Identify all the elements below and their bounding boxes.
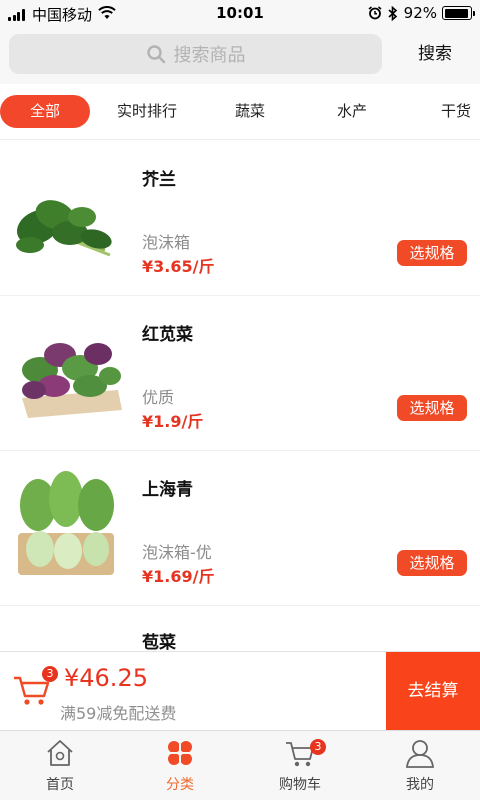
tab-seafood[interactable]: 水产 bbox=[322, 95, 382, 128]
status-bar: 中国移动 10:01 92% bbox=[0, 0, 480, 26]
product-name: 芥兰 bbox=[142, 170, 176, 190]
delivery-note: 满59减免配送费 bbox=[60, 704, 177, 723]
product-row[interactable]: 上海青 泡沫箱-优 ¥1.69/斤 选规格 bbox=[0, 451, 480, 606]
bluetooth-icon bbox=[388, 5, 398, 21]
alarm-icon bbox=[368, 6, 382, 20]
product-name: 上海青 bbox=[142, 480, 193, 500]
product-spec: 优质 bbox=[142, 388, 175, 407]
checkout-button[interactable]: 去结算 bbox=[386, 652, 480, 731]
category-tabs: 全部 实时排行 蔬菜 水产 干货 bbox=[0, 84, 480, 140]
nav-label: 分类 bbox=[166, 777, 194, 793]
tab-dried-goods[interactable]: 干货 bbox=[426, 95, 480, 128]
cart-summary-bar: 3 ¥46.25 满59减免配送费 去结算 bbox=[0, 651, 480, 731]
bottom-nav: 首页 分类 3 购物车 我的 bbox=[0, 730, 480, 800]
status-right: 92% bbox=[368, 4, 475, 22]
battery-percent: 92% bbox=[403, 4, 437, 22]
cart-count-badge: 3 bbox=[310, 739, 326, 755]
nav-label: 我的 bbox=[406, 777, 434, 793]
nav-label: 首页 bbox=[46, 777, 74, 793]
nav-profile[interactable]: 我的 bbox=[360, 731, 480, 800]
cart-summary-button[interactable]: 3 bbox=[12, 666, 58, 706]
home-icon bbox=[47, 740, 73, 766]
tab-vegetables[interactable]: 蔬菜 bbox=[220, 95, 280, 128]
cart-total: ¥46.25 bbox=[64, 664, 148, 692]
product-name: 苞菜 bbox=[142, 633, 176, 653]
product-row[interactable]: 红苋菜 优质 ¥1.9/斤 选规格 bbox=[0, 296, 480, 451]
select-spec-button[interactable]: 选规格 bbox=[397, 395, 467, 421]
product-spec: 泡沫箱 bbox=[142, 233, 191, 252]
select-spec-button[interactable]: 选规格 bbox=[397, 550, 467, 576]
nav-category[interactable]: 分类 bbox=[120, 731, 240, 800]
nav-cart[interactable]: 3 购物车 bbox=[240, 731, 360, 800]
nav-label: 购物车 bbox=[279, 777, 321, 793]
product-image-red-amaranth bbox=[10, 310, 128, 430]
search-input[interactable]: 搜索商品 bbox=[9, 34, 382, 74]
product-image-bok-choy bbox=[10, 465, 128, 585]
nav-home[interactable]: 首页 bbox=[0, 731, 120, 800]
product-name: 红苋菜 bbox=[142, 325, 193, 345]
tab-all[interactable]: 全部 bbox=[0, 95, 90, 128]
search-header: 搜索商品 搜索 bbox=[0, 26, 480, 84]
category-icon bbox=[168, 741, 192, 765]
profile-icon bbox=[405, 740, 435, 768]
battery-icon bbox=[442, 6, 475, 20]
product-row[interactable]: 芥兰 泡沫箱 ¥3.65/斤 选规格 bbox=[0, 141, 480, 296]
product-price: ¥1.69/斤 bbox=[142, 567, 215, 586]
product-image-chinese-kale bbox=[10, 155, 128, 275]
search-button[interactable]: 搜索 bbox=[400, 34, 470, 74]
search-placeholder: 搜索商品 bbox=[173, 45, 246, 66]
product-price: ¥1.9/斤 bbox=[142, 412, 204, 431]
product-spec: 泡沫箱-优 bbox=[142, 543, 212, 562]
cart-count-badge: 3 bbox=[42, 666, 58, 682]
search-icon bbox=[146, 45, 165, 64]
tab-realtime-ranking[interactable]: 实时排行 bbox=[107, 95, 187, 128]
product-price: ¥3.65/斤 bbox=[142, 257, 215, 276]
select-spec-button[interactable]: 选规格 bbox=[397, 240, 467, 266]
